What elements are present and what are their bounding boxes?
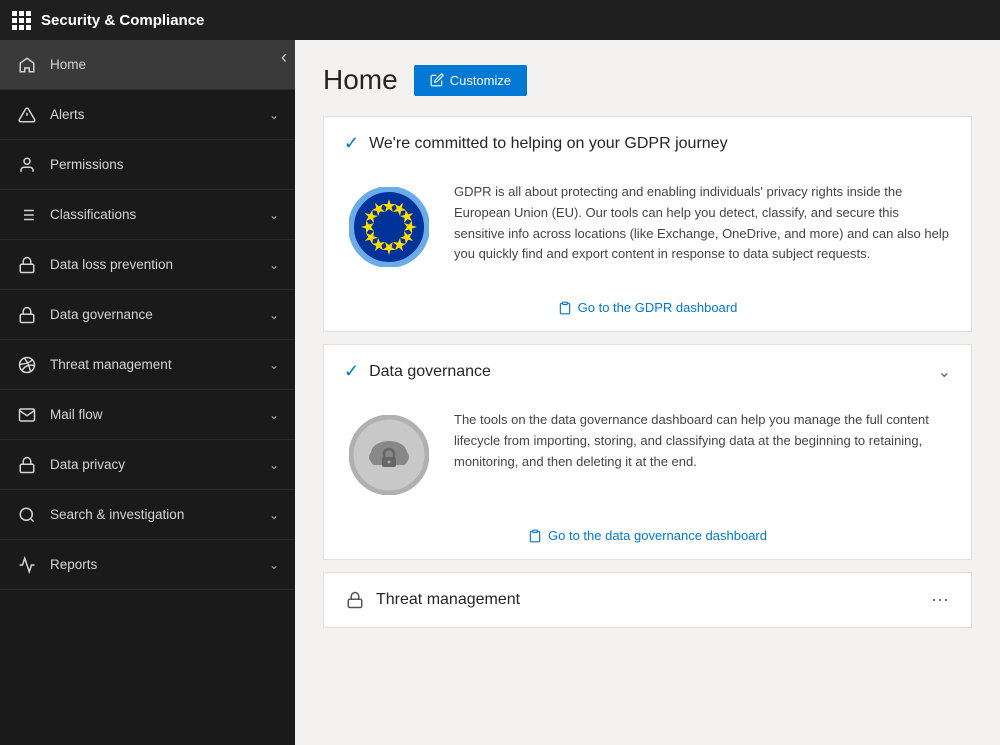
reports-icon <box>16 554 38 576</box>
classifications-chevron-icon: ⌄ <box>269 208 279 222</box>
data-governance-card-body: The tools on the data governance dashboa… <box>324 398 971 520</box>
gdpr-dashboard-link[interactable]: Go to the GDPR dashboard <box>558 300 738 315</box>
threat-management-card-title: Threat management <box>376 591 921 609</box>
governance-lock-icon <box>16 304 38 326</box>
sidebar-item-classifications[interactable]: Classifications ⌄ <box>0 190 295 240</box>
main-layout: ‹ Home Alerts ⌄ <box>0 40 1000 745</box>
sidebar-item-label-reports: Reports <box>50 557 269 572</box>
threat-management-card-header: Threat management ⋯ <box>324 573 971 627</box>
sidebar-item-label-mail-flow: Mail flow <box>50 407 269 422</box>
app-title: Security & Compliance <box>41 12 204 29</box>
clipboard2-icon <box>528 529 542 543</box>
gdpr-card-header: ✓ We're committed to helping on your GDP… <box>324 117 971 170</box>
dlp-lock-icon <box>16 254 38 276</box>
data-governance-card-title: Data governance <box>369 363 928 381</box>
cloud-lock-svg <box>349 415 429 495</box>
customize-button[interactable]: Customize <box>414 65 527 96</box>
sidebar-item-alerts[interactable]: Alerts ⌄ <box>0 90 295 140</box>
gdpr-dashboard-link-label: Go to the GDPR dashboard <box>578 300 738 315</box>
home-icon <box>16 54 38 76</box>
gdpr-card: ✓ We're committed to helping on your GDP… <box>323 116 972 332</box>
cloud-lock-icon-area <box>344 410 434 500</box>
privacy-lock-icon <box>16 454 38 476</box>
alert-icon <box>16 104 38 126</box>
alerts-chevron-icon: ⌄ <box>269 108 279 122</box>
top-bar: Security & Compliance <box>0 0 1000 40</box>
sidebar-item-data-privacy[interactable]: Data privacy ⌄ <box>0 440 295 490</box>
sidebar-item-label-search-investigation: Search & investigation <box>50 507 269 522</box>
sidebar-item-label-threat-management: Threat management <box>50 357 269 372</box>
search-icon <box>16 504 38 526</box>
page-header: Home Customize <box>323 64 972 96</box>
list-icon <box>16 204 38 226</box>
mail-icon <box>16 404 38 426</box>
pencil-icon <box>430 73 444 87</box>
gdpr-card-title: We're committed to helping on your GDPR … <box>369 135 951 153</box>
page-title: Home <box>323 64 398 96</box>
sidebar-item-data-loss-prevention[interactable]: Data loss prevention ⌄ <box>0 240 295 290</box>
sidebar-item-reports[interactable]: Reports ⌄ <box>0 540 295 590</box>
sidebar-item-search-investigation[interactable]: Search & investigation ⌄ <box>0 490 295 540</box>
threat-icon <box>16 354 38 376</box>
privacy-chevron-icon: ⌄ <box>269 458 279 472</box>
governance-collapse-icon[interactable]: ⌄ <box>938 362 951 382</box>
sidebar-item-home[interactable]: Home <box>0 40 295 90</box>
customize-btn-label: Customize <box>450 73 511 88</box>
sidebar-item-label-data-governance: Data governance <box>50 307 269 322</box>
data-governance-link-label: Go to the data governance dashboard <box>548 528 767 543</box>
gdpr-check-icon: ✓ <box>344 133 359 154</box>
person-icon <box>16 154 38 176</box>
threat-chevron-icon: ⌄ <box>269 358 279 372</box>
sidebar-item-label-data-privacy: Data privacy <box>50 457 269 472</box>
sidebar-item-label-alerts: Alerts <box>50 107 269 122</box>
sidebar-item-permissions[interactable]: Permissions <box>0 140 295 190</box>
sidebar-item-label-classifications: Classifications <box>50 207 269 222</box>
threat-management-card: Threat management ⋯ <box>323 572 972 628</box>
gdpr-card-text: GDPR is all about protecting and enablin… <box>454 182 951 265</box>
gdpr-card-footer: Go to the GDPR dashboard <box>324 292 971 331</box>
data-governance-card-header: ✓ Data governance ⌄ <box>324 345 971 398</box>
data-governance-dashboard-link[interactable]: Go to the data governance dashboard <box>528 528 767 543</box>
data-governance-card: ✓ Data governance ⌄ <box>323 344 972 560</box>
sidebar-item-label-dlp: Data loss prevention <box>50 257 269 272</box>
reports-chevron-icon: ⌄ <box>269 558 279 572</box>
sidebar-item-label-home: Home <box>50 57 279 72</box>
data-governance-card-footer: Go to the data governance dashboard <box>324 520 971 559</box>
main-content: Home Customize ✓ We're committed to help… <box>295 40 1000 745</box>
sidebar-item-label-permissions: Permissions <box>50 157 279 172</box>
sidebar-collapse-button[interactable]: ‹ <box>281 48 287 66</box>
eu-flag-svg <box>349 187 429 267</box>
sidebar-item-mail-flow[interactable]: Mail flow ⌄ <box>0 390 295 440</box>
app-grid-icon[interactable] <box>12 11 31 30</box>
threat-lock-icon <box>344 589 366 611</box>
data-governance-card-text: The tools on the data governance dashboa… <box>454 410 951 472</box>
gdpr-card-body: GDPR is all about protecting and enablin… <box>324 170 971 292</box>
dlp-chevron-icon: ⌄ <box>269 258 279 272</box>
clipboard-icon <box>558 301 572 315</box>
search-chevron-icon: ⌄ <box>269 508 279 522</box>
governance-check-icon: ✓ <box>344 361 359 382</box>
sidebar-item-threat-management[interactable]: Threat management ⌄ <box>0 340 295 390</box>
eu-flag-icon-area <box>344 182 434 272</box>
sidebar-item-data-governance[interactable]: Data governance ⌄ <box>0 290 295 340</box>
mail-chevron-icon: ⌄ <box>269 408 279 422</box>
sidebar: ‹ Home Alerts ⌄ <box>0 40 295 745</box>
data-governance-chevron-icon: ⌄ <box>269 308 279 322</box>
threat-card-menu-icon[interactable]: ⋯ <box>931 590 951 611</box>
